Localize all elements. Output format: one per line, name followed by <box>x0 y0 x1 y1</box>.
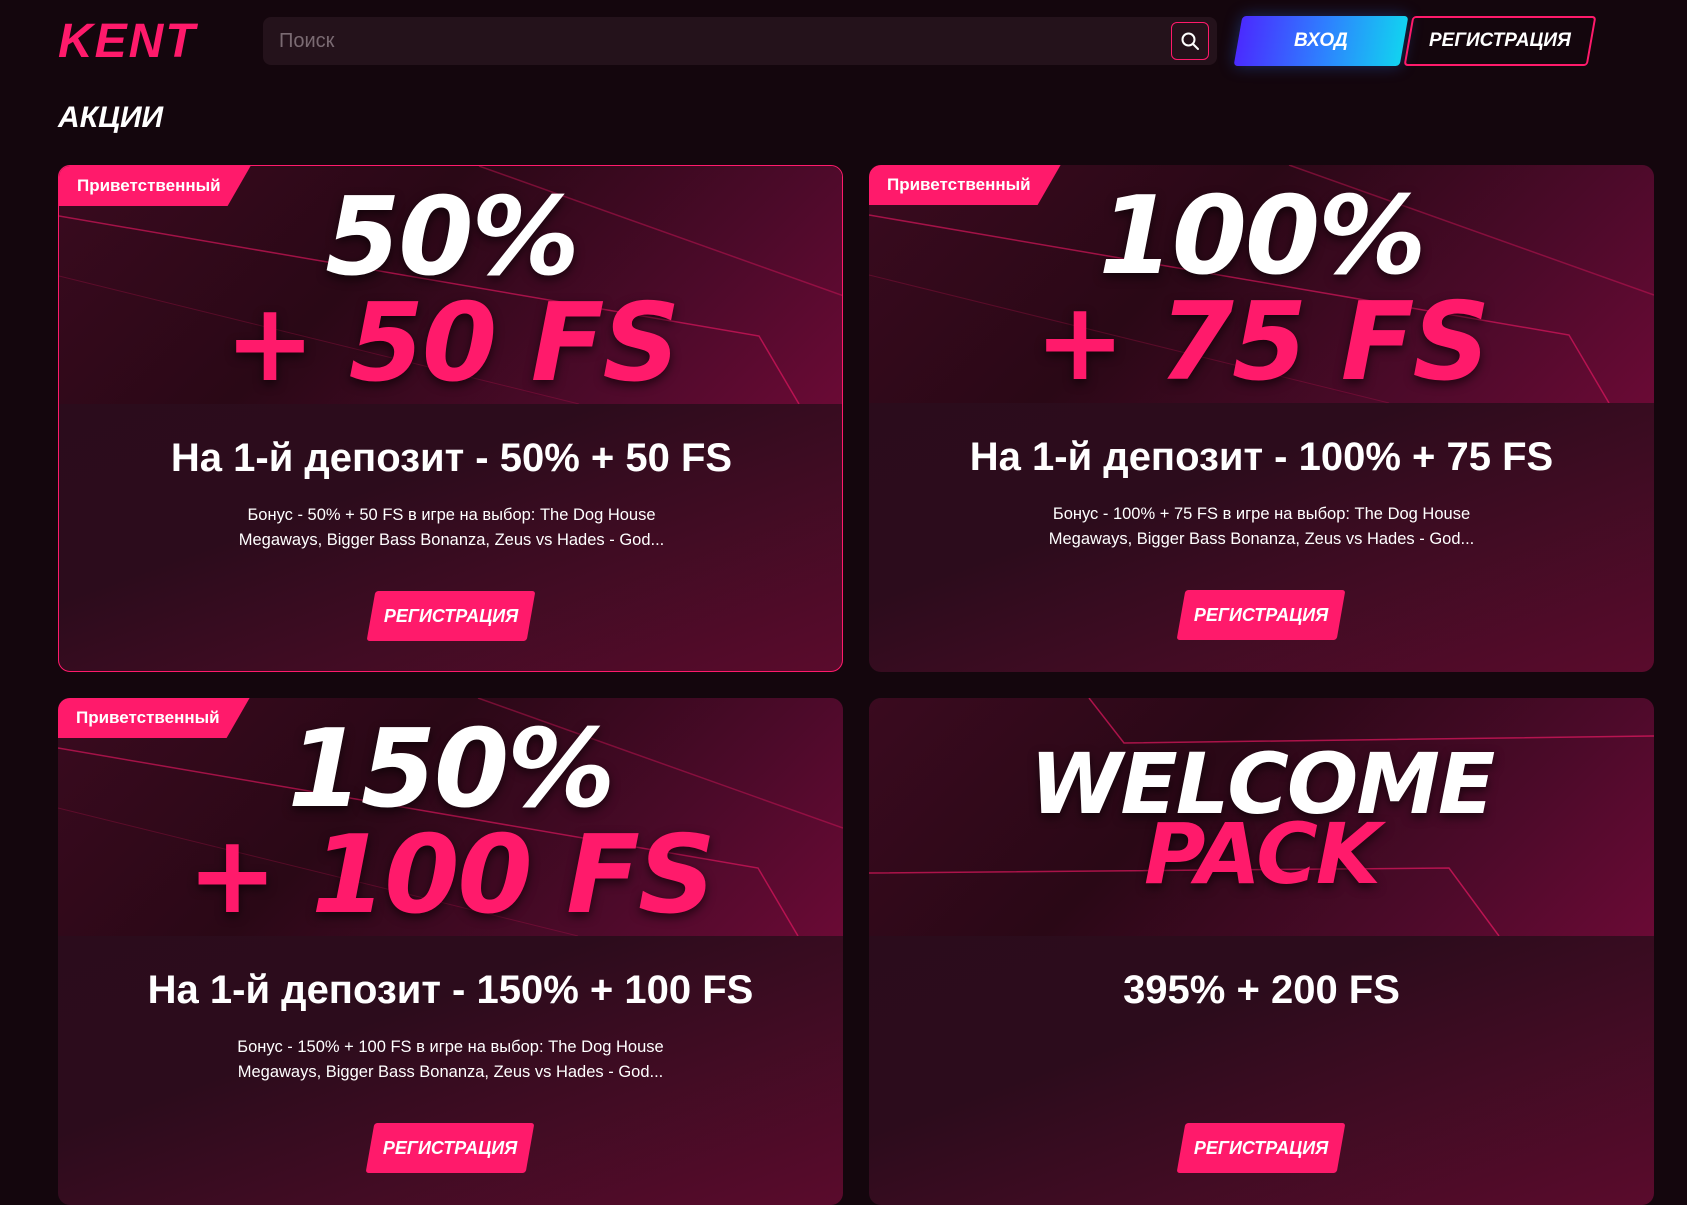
promo-card[interactable]: 50% + 50 FS Приветственный На 1-й депози… <box>58 165 843 672</box>
search-input[interactable] <box>263 17 1153 65</box>
register-button[interactable]: РЕГИСТРАЦИЯ <box>1403 16 1597 66</box>
promo-description: Бонус - 150% + 100 FS в игре на выбор: T… <box>237 1038 664 1081</box>
promo-register-button[interactable]: РЕГИСТРАЦИЯ <box>1176 1123 1346 1173</box>
promo-card[interactable]: 100% + 75 FS Приветственный На 1-й депоз… <box>869 165 1654 672</box>
promo-tag: Приветственный <box>59 166 251 206</box>
promo-card[interactable]: WELCOME PACK 395% + 200 FS РЕГИСТРАЦИЯ <box>869 698 1654 1205</box>
promo-tag: Приветственный <box>869 165 1061 205</box>
search-icon <box>1181 32 1199 50</box>
login-button-label: ВХОД <box>1294 30 1348 51</box>
promo-register-label: РЕГИСТРАЦИЯ <box>383 605 519 626</box>
promo-title: 395% + 200 FS <box>1123 968 1400 1012</box>
page-title: АКЦИИ <box>58 101 164 134</box>
banner-freespins: + 50 FS <box>224 281 681 404</box>
promo-description: Бонус - 50% + 50 FS в игре на выбор: The… <box>238 506 665 549</box>
promo-tag: Приветственный <box>58 698 250 738</box>
register-button-label: РЕГИСТРАЦИЯ <box>1429 30 1571 51</box>
promo-title: На 1-й депозит - 50% + 50 FS <box>170 436 733 480</box>
promo-description: Бонус - 100% + 75 FS в игре на выбор: Th… <box>1048 505 1475 548</box>
promo-title: На 1-й депозит - 150% + 100 FS <box>147 968 754 1012</box>
banner-freespins: + 75 FS <box>1034 280 1491 403</box>
promo-register-button[interactable]: РЕГИСТРАЦИЯ <box>1176 590 1346 640</box>
promo-card[interactable]: 150% + 100 FS Приветственный На 1-й депо… <box>58 698 843 1205</box>
promo-register-button[interactable]: РЕГИСТРАЦИЯ <box>365 1123 535 1173</box>
promo-banner: WELCOME PACK <box>869 698 1654 936</box>
banner-pack: PACK <box>1143 805 1381 903</box>
promo-title: На 1-й депозит - 100% + 75 FS <box>969 435 1554 479</box>
search-bar <box>263 17 1217 65</box>
header: KENT ВХОД РЕГИСТРАЦИЯ <box>0 0 1687 84</box>
login-button[interactable]: ВХОД <box>1233 16 1409 66</box>
promo-register-label: РЕГИСТРАЦИЯ <box>382 1137 518 1158</box>
promo-register-label: РЕГИСТРАЦИЯ <box>1193 1137 1329 1158</box>
logo[interactable]: KENT <box>58 14 197 70</box>
banner-freespins: + 100 FS <box>187 813 716 936</box>
search-button[interactable] <box>1171 22 1209 60</box>
promo-register-label: РЕГИСТРАЦИЯ <box>1193 604 1329 625</box>
promo-register-button[interactable]: РЕГИСТРАЦИЯ <box>366 591 536 641</box>
